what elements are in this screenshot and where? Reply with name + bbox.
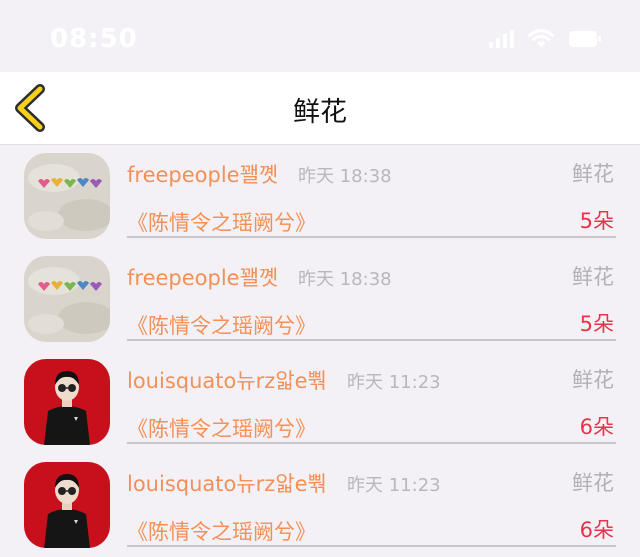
gift-type-label: 鲜花: [572, 471, 614, 495]
signal-icon: [489, 30, 514, 48]
username: louisquato뉴rz앏e뿪: [127, 369, 327, 393]
drama-title: 《陈情令之瑶阙兮》: [127, 417, 316, 441]
avatar[interactable]: [24, 462, 110, 548]
gift-type-label: 鲜花: [572, 368, 614, 392]
gift-quantity: 6朵: [579, 415, 614, 439]
drama-title: 《陈情令之瑶阙兮》: [127, 520, 316, 544]
wifi-icon: [528, 28, 554, 48]
avatar[interactable]: [24, 256, 110, 342]
gift-type-label: 鲜花: [572, 162, 614, 186]
status-bar: 08:50: [0, 0, 640, 72]
page-title: 鲜花: [293, 97, 347, 128]
gift-quantity: 5朵: [579, 312, 614, 336]
avatar[interactable]: [24, 153, 110, 239]
gift-type-label: 鲜花: [572, 265, 614, 289]
divider: [127, 545, 616, 547]
drama-title: 《陈情令之瑶阙兮》: [127, 211, 316, 235]
nav-bar: 鲜花: [0, 72, 640, 145]
timestamp: 昨天 11:23: [347, 372, 441, 393]
username: louisquato뉴rz앏e뿪: [127, 472, 327, 496]
list-item[interactable]: louisquato뉴rz앏e뿪 昨天 11:23 鲜花《陈情令之瑶阙兮》 6朵: [0, 454, 640, 557]
list-item[interactable]: freepeople꽬꼣 昨天 18:38 鲜花《陈情令之瑶阙兮》 5朵: [0, 248, 640, 351]
list-item[interactable]: freepeople꽬꼣 昨天 18:38 鲜花《陈情令之瑶阙兮》 5朵: [0, 145, 640, 248]
timestamp: 昨天 11:23: [347, 475, 441, 496]
avatar[interactable]: [24, 359, 110, 445]
drama-title: 《陈情令之瑶阙兮》: [127, 314, 316, 338]
timestamp: 昨天 18:38: [298, 269, 392, 290]
divider: [127, 442, 616, 444]
timestamp: 昨天 18:38: [298, 166, 392, 187]
battery-icon: [568, 30, 602, 48]
gift-quantity: 5朵: [579, 209, 614, 233]
divider: [127, 236, 616, 238]
username: freepeople꽬꼣: [127, 266, 279, 290]
username: freepeople꽬꼣: [127, 163, 279, 187]
gift-record-list: freepeople꽬꼣 昨天 18:38 鲜花 《陈情令之瑶阙兮》 5朵 freepeo…: [0, 145, 640, 557]
divider: [127, 339, 616, 341]
list-item[interactable]: louisquato뉴rz앏e뿪 昨天 11:23 鲜花《陈情令之瑶阙兮》 6朵: [0, 351, 640, 454]
status-time: 08:50: [50, 24, 138, 54]
gift-quantity: 6朵: [579, 518, 614, 542]
status-icons: [489, 28, 602, 48]
